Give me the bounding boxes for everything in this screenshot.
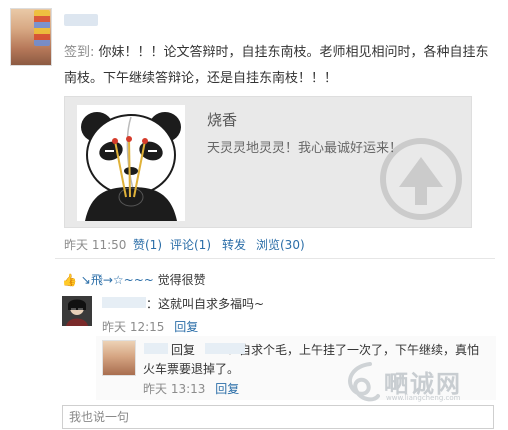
card-watermark-icon [380, 138, 462, 220]
card-title[interactable]: 烧香 [207, 109, 237, 130]
reply-target-blur [205, 343, 245, 354]
reply-prefix: 回复 [171, 343, 196, 357]
commenter-avatar[interactable] [62, 296, 92, 326]
post-time: 昨天 11:50 [64, 238, 127, 252]
likes-row: 👍 ↘飛→☆~~~ 觉得很赞 [62, 271, 206, 288]
comment-link[interactable]: 评论(1) [170, 236, 211, 253]
post-text: 你妹！！！论文答辩时，自挂东南枝。老师相见相问时，各种自挂东南枝。下午继续答辩论… [64, 45, 489, 86]
comment-meta: 昨天 12:15 回复 [102, 318, 198, 335]
repost-link[interactable]: 转发 [222, 236, 246, 253]
reply-time: 昨天 13:13 [143, 382, 206, 396]
reply-reply-link[interactable]: 回复 [215, 382, 239, 396]
avatar-badge-icon [34, 10, 50, 46]
like-link[interactable]: 赞(1) [133, 236, 162, 253]
thumbs-up-icon: 👍 [62, 273, 77, 287]
card-description: 天灵灵地灵灵！我心最诚好运来！ [207, 141, 403, 156]
replier-avatar[interactable] [102, 340, 136, 376]
comment-text: ：这就叫自求多福吗~ [146, 297, 265, 311]
share-card[interactable]: 烧香 天灵灵地灵灵！我心最诚好运来！ [64, 96, 472, 228]
views-link[interactable]: 浏览(30) [256, 236, 305, 253]
likes-suffix: 觉得很赞 [157, 273, 206, 287]
signin-prefix: 签到: [64, 45, 95, 60]
watermark-url: www.liangcheng.com [386, 394, 461, 402]
watermark-swirl-icon [348, 362, 380, 402]
replier-name-blur [144, 343, 168, 354]
comment-input[interactable] [62, 405, 494, 429]
commenter-name-redacted[interactable] [102, 297, 146, 308]
comment-time: 昨天 12:15 [102, 320, 165, 334]
panda-incense-icon [77, 105, 185, 221]
reply-link[interactable]: 回复 [174, 320, 198, 334]
post-body: 签到: 你妹！！！论文答辩时，自挂东南枝。老师相见相问时，各种自挂东南枝。下午继… [64, 40, 494, 92]
liker-name[interactable]: ↘飛→☆~~~ [81, 273, 154, 287]
poster-username-redacted[interactable] [64, 14, 98, 26]
reply-meta: 昨天 13:13 回复 [143, 380, 239, 397]
divider [55, 258, 495, 259]
